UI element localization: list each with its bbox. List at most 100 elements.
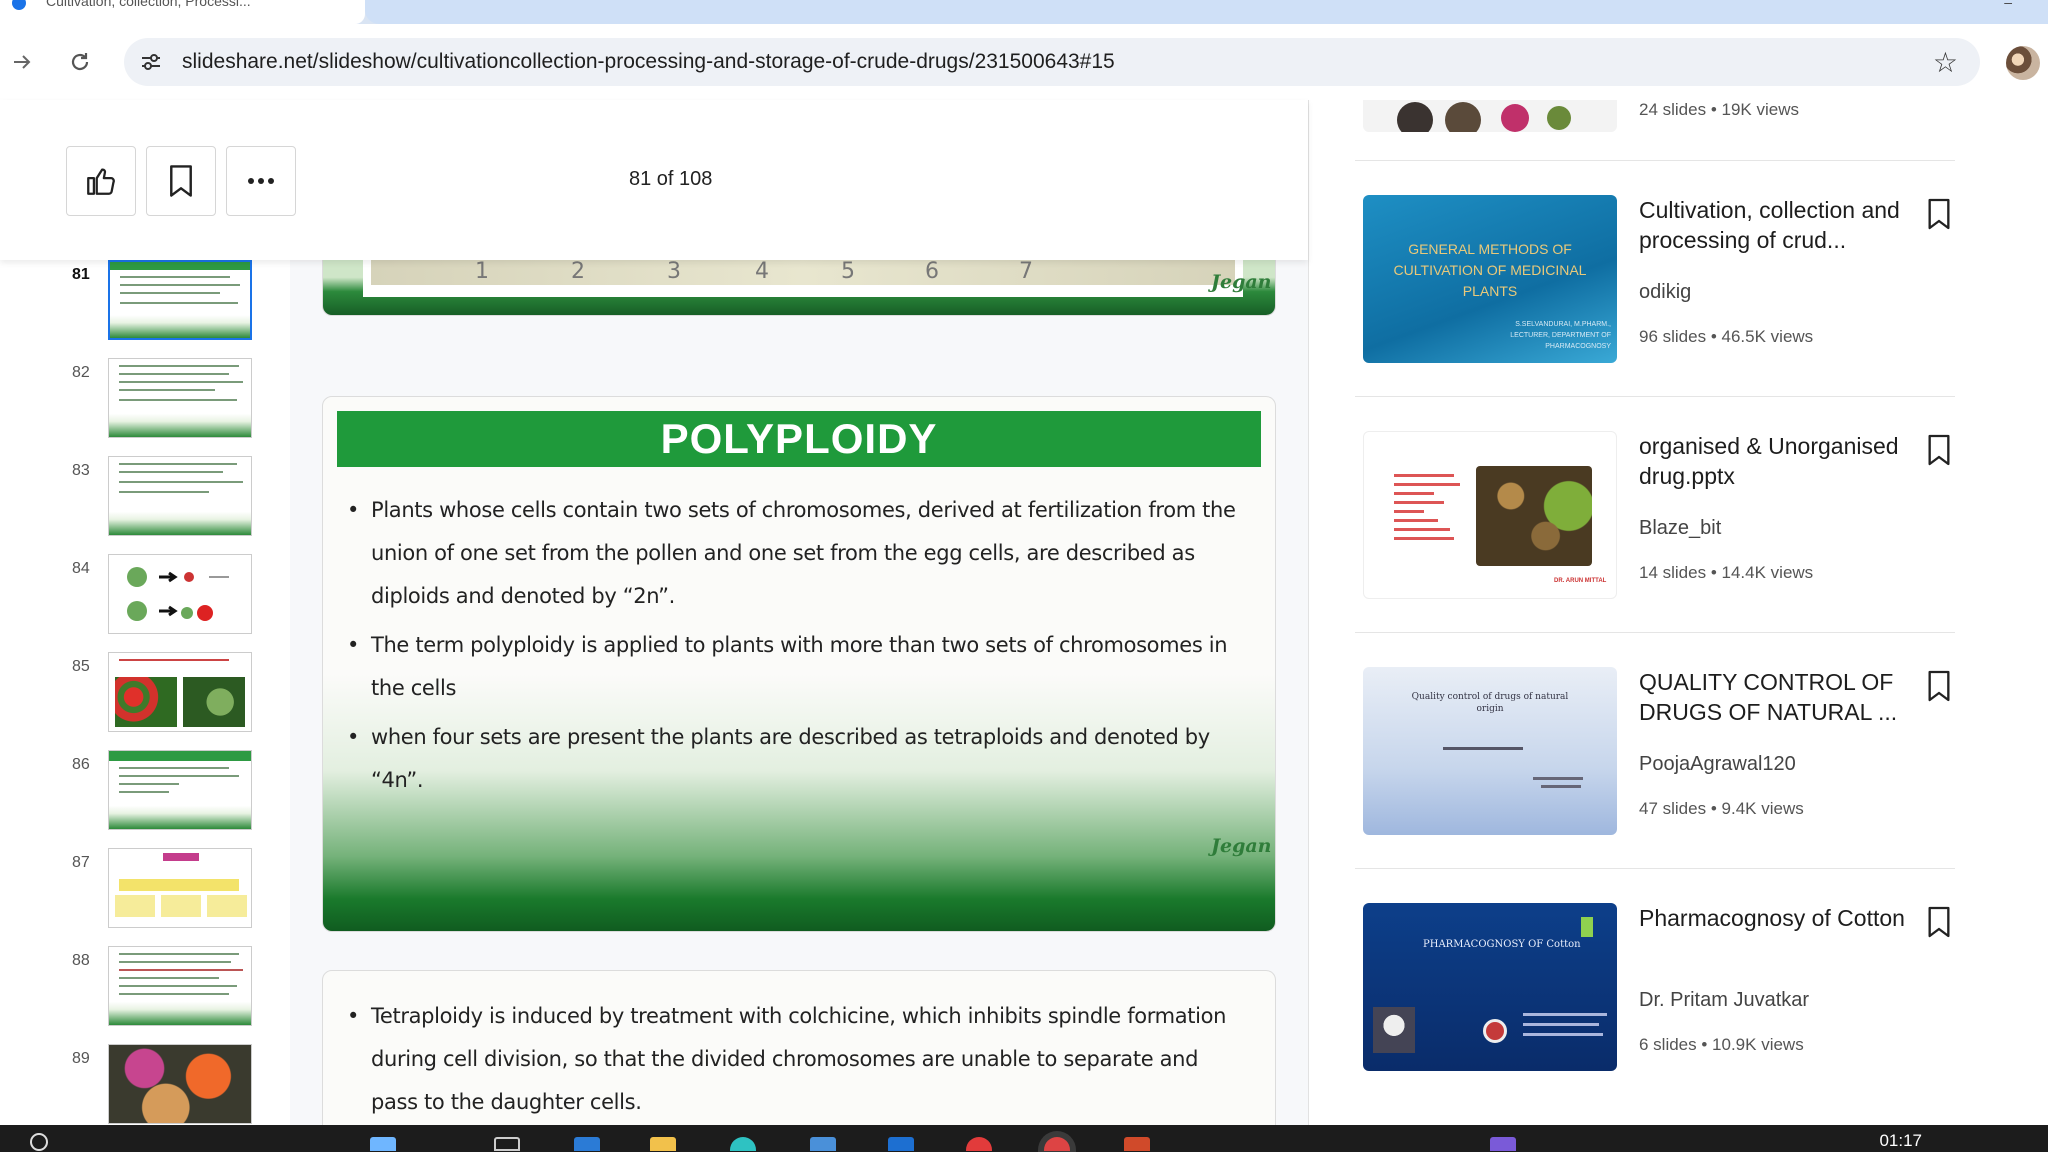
scale-tick: 5 xyxy=(841,260,855,284)
related-title[interactable]: QUALITY CONTROL OF DRUGS OF NATURAL ... xyxy=(1639,667,1919,727)
edge-icon[interactable] xyxy=(574,1137,600,1151)
app-icon[interactable] xyxy=(966,1137,992,1151)
file-explorer-icon[interactable] xyxy=(650,1137,676,1151)
thumbnail-caption: GENERAL METHODS OF CULTIVATION OF MEDICI… xyxy=(1393,241,1587,299)
thumbnail-image[interactable] xyxy=(108,554,252,634)
related-title[interactable]: organised & Unorganised drug.pptx xyxy=(1639,431,1919,491)
bookmark-star-icon[interactable]: ☆ xyxy=(1933,46,1958,79)
related-title[interactable]: Cultivation, collection and processing o… xyxy=(1639,195,1919,255)
thumbnail-subcaption: DR. ARUN MITTAL xyxy=(1554,578,1607,584)
related-author[interactable]: odikig xyxy=(1639,281,1691,304)
thumbnail-image[interactable] xyxy=(108,848,252,928)
weather-icon[interactable] xyxy=(370,1137,396,1151)
thumbnail-row[interactable]: 86 xyxy=(0,750,290,838)
scale-tick: 7 xyxy=(1019,260,1033,284)
thumbnail-image[interactable] xyxy=(108,456,252,536)
related-card[interactable]: GENERAL METHODS OF CULTIVATION OF MEDICI… xyxy=(1355,160,1955,396)
mail-icon[interactable] xyxy=(888,1137,914,1151)
slide-count: 14 slides xyxy=(1639,563,1707,582)
chrome-icon[interactable] xyxy=(1044,1137,1070,1151)
slide-thumbnail-list: 81 82 83 84 85 86 87 88 89 xyxy=(0,260,290,1125)
scale-tick: 1 xyxy=(475,260,489,284)
thumbs-up-icon xyxy=(87,168,115,195)
related-thumbnail[interactable] xyxy=(1363,100,1617,132)
task-view-icon[interactable] xyxy=(494,1137,520,1151)
powerpoint-icon[interactable] xyxy=(1124,1137,1150,1151)
thumbnail-number: 88 xyxy=(72,952,90,969)
slide-signature: Jegan xyxy=(1211,271,1272,293)
window-minimize-icon[interactable]: – xyxy=(2004,0,2012,10)
thumbnail-image[interactable] xyxy=(108,652,252,732)
thumbnail-number: 85 xyxy=(72,658,90,675)
thumbnail-row[interactable]: 82 xyxy=(0,358,290,446)
slide-title: POLYPLOIDY xyxy=(660,415,938,462)
tab-favicon-icon xyxy=(12,0,26,10)
search-icon[interactable] xyxy=(30,1133,48,1151)
thumbnail-number: 87 xyxy=(72,854,90,871)
related-thumbnail[interactable]: DR. ARUN MITTAL xyxy=(1363,431,1617,599)
thumbnail-image[interactable] xyxy=(108,358,252,438)
view-count: 19K views xyxy=(1721,100,1799,119)
related-meta: 96 slides • 46.5K views xyxy=(1639,327,1814,346)
save-button[interactable] xyxy=(146,146,216,216)
slide-title-bar: POLYPLOIDY xyxy=(337,411,1261,467)
thumbnail-row[interactable]: 88 xyxy=(0,946,290,1034)
thumbnail-row[interactable]: 83 xyxy=(0,456,290,544)
thumbnail-subcaption: S.SELVANDURAI, M.PHARM., LECTURER, DEPAR… xyxy=(1510,321,1611,350)
url-text[interactable]: slideshare.net/slideshow/cultivationcoll… xyxy=(182,50,1115,74)
thumbnail-image[interactable] xyxy=(108,946,252,1026)
thumbnail-image[interactable] xyxy=(108,260,252,340)
scale-tick: 2 xyxy=(571,260,585,284)
bookmark-icon[interactable] xyxy=(1925,433,1953,467)
viewer-header: 81 of 108 xyxy=(0,100,1308,260)
forward-arrow-icon[interactable] xyxy=(2,42,42,82)
related-card[interactable]: Quality control of drugs of natural orig… xyxy=(1355,632,1955,868)
bookmark-icon[interactable] xyxy=(1925,197,1953,231)
browser-toolbar: slideshare.net/slideshow/cultivationcoll… xyxy=(0,24,2048,100)
slide-bullet: Tetraploidy is induced by treatment with… xyxy=(347,995,1247,1124)
browser-icon[interactable] xyxy=(730,1137,756,1151)
slide-figure: 1 2 3 4 5 6 7 xyxy=(363,260,1243,297)
related-thumbnail[interactable]: GENERAL METHODS OF CULTIVATION OF MEDICI… xyxy=(1363,195,1617,363)
related-thumbnail[interactable]: PHARMACOGNOSY OF Cotton xyxy=(1363,903,1617,1071)
thumbnail-row[interactable]: 87 xyxy=(0,848,290,936)
related-title[interactable]: Pharmacognosy of Cotton xyxy=(1639,903,1919,933)
thumbnail-row[interactable]: 84 xyxy=(0,554,290,642)
tab-strip: Cultivation, collection, Processi... × – xyxy=(0,0,2048,24)
related-card[interactable]: DR. ARUN MITTAL organised & Unorganised … xyxy=(1355,396,1955,632)
address-bar[interactable]: slideshare.net/slideshow/cultivationcoll… xyxy=(124,38,1980,86)
like-button[interactable] xyxy=(66,146,136,216)
more-options-button[interactable] xyxy=(226,146,296,216)
related-meta: 6 slides • 10.9K views xyxy=(1639,1035,1804,1054)
related-card[interactable]: PHARMACOGNOSY OF Cotton Pharmacognosy of… xyxy=(1355,868,1955,1104)
thumbnail-row[interactable]: 89 xyxy=(0,1044,290,1125)
site-info-icon[interactable] xyxy=(138,49,164,75)
slide-bullet: The term polyploidy is applied to plants… xyxy=(347,624,1247,710)
related-thumbnail[interactable]: Quality control of drugs of natural orig… xyxy=(1363,667,1617,835)
related-author[interactable]: PoojaAgrawal120 xyxy=(1639,753,1796,776)
taskbar-clock[interactable]: 01:17 xyxy=(1879,1131,1922,1151)
thumbnail-number: 84 xyxy=(72,560,90,577)
thumbnail-number: 81 xyxy=(72,266,90,283)
slide-bullet: Plants whose cells contain two sets of c… xyxy=(347,489,1247,618)
bookmark-icon[interactable] xyxy=(1925,669,1953,703)
related-author[interactable]: Blaze_bit xyxy=(1639,517,1721,540)
reload-icon[interactable] xyxy=(60,42,100,82)
thumbnail-row[interactable]: 81 xyxy=(0,260,290,348)
thumbnail-image[interactable] xyxy=(108,750,252,830)
view-count: 14.4K views xyxy=(1721,563,1814,582)
related-slideshows: 24 slides • 19K views GENERAL METHODS OF… xyxy=(1309,100,2048,1125)
thumbnail-text-lines xyxy=(1394,468,1464,546)
thumbnail-image[interactable] xyxy=(108,1044,252,1124)
store-icon[interactable] xyxy=(810,1137,836,1151)
thumbnail-number: 86 xyxy=(72,756,90,773)
profile-avatar[interactable] xyxy=(2006,46,2040,80)
related-author[interactable]: Dr. Pritam Juvatkar xyxy=(1639,989,1809,1012)
tray-app-icon[interactable] xyxy=(1490,1137,1516,1151)
thumbnail-row[interactable]: 85 xyxy=(0,652,290,740)
thumbnail-caption: PHARMACOGNOSY OF Cotton xyxy=(1423,939,1581,950)
slide-signature: Jegan xyxy=(1211,835,1272,857)
bookmark-icon[interactable] xyxy=(1925,905,1953,939)
tab-title: Cultivation, collection, Processi... xyxy=(46,0,251,9)
browser-tab[interactable]: Cultivation, collection, Processi... xyxy=(0,0,365,24)
